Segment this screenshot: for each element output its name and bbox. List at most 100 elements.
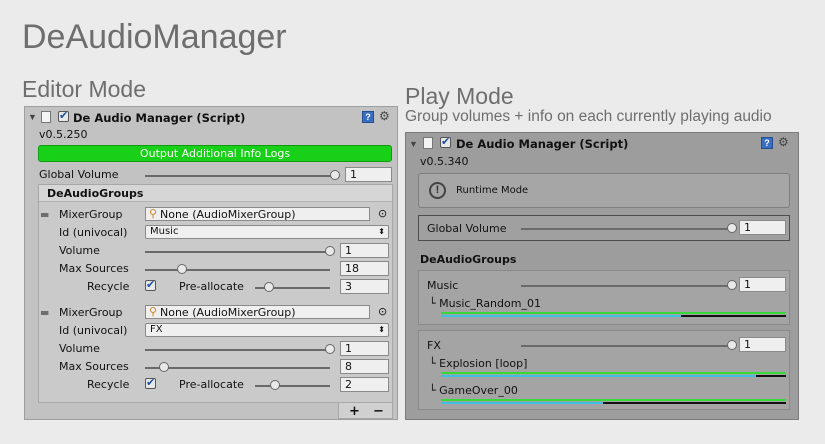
id-label: Id (univocal) — [59, 226, 128, 239]
max-sources-knob[interactable] — [177, 264, 187, 274]
play-mode-subheading: Group volumes + info on each currently p… — [405, 108, 772, 125]
dropdown-arrow-icon: ⬍ — [378, 325, 385, 334]
runtime-mode-helpbox: ! Runtime Mode — [418, 173, 790, 208]
group-volume-field[interactable]: 1 — [739, 337, 786, 352]
component-enable-checkbox[interactable] — [58, 109, 69, 122]
global-volume-knob[interactable] — [727, 223, 737, 233]
object-picker-icon[interactable]: ⊙ — [378, 305, 387, 318]
global-volume-row: Global Volume 1 — [418, 215, 790, 241]
mixer-group-field[interactable]: None (AudioMixerGroup) — [145, 207, 370, 221]
id-dropdown[interactable]: FX ⬍ — [145, 323, 389, 337]
editor-inspector-panel: ▼ De Audio Manager (Script) ? ⚙ v0.5.250… — [24, 106, 398, 420]
recycle-label: Recycle — [87, 280, 130, 293]
global-volume-field[interactable]: 1 — [739, 220, 786, 235]
group-volume-knob[interactable] — [727, 340, 737, 350]
remove-button[interactable]: − — [373, 404, 384, 419]
group-box-fx: FX 1 └ Explosion [loop] └ GameOver_00 — [418, 330, 790, 410]
recycle-checkbox[interactable] — [145, 376, 156, 389]
runtime-mode-label: Runtime Mode — [456, 185, 529, 196]
global-volume-label: Global Volume — [427, 222, 507, 235]
volume-slider[interactable] — [145, 251, 330, 253]
groups-header: DeAudioGroups — [420, 253, 517, 266]
output-logs-button[interactable]: Output Additional Info Logs — [38, 145, 392, 162]
global-volume-label: Global Volume — [39, 168, 119, 181]
play-mode-heading: Play Mode — [405, 83, 514, 109]
add-button[interactable]: + — [349, 404, 360, 419]
max-sources-label: Max Sources — [59, 360, 129, 373]
foldout-arrow-icon[interactable]: ▼ — [28, 112, 37, 122]
global-volume-field[interactable]: 1 — [345, 167, 392, 182]
info-icon: ! — [429, 182, 446, 199]
audio-progress-bar — [441, 402, 603, 404]
groups-box: DeAudioGroups ═ MixerGroup None (AudioMi… — [38, 184, 393, 403]
volume-label: Volume — [59, 244, 100, 257]
group-volume-knob[interactable] — [727, 280, 737, 290]
max-sources-slider[interactable] — [145, 269, 330, 271]
max-sources-field[interactable]: 8 — [340, 359, 389, 374]
audio-progress-remaining — [681, 315, 786, 317]
mixer-icon: ⚲ — [149, 305, 158, 318]
list-footer: + − — [338, 403, 393, 419]
help-book-icon[interactable]: ? — [761, 137, 773, 149]
audio-volume-bar — [441, 372, 786, 374]
gear-icon[interactable]: ⚙ — [778, 135, 789, 149]
audio-label: └ Music_Random_01 — [429, 297, 541, 310]
max-sources-field[interactable]: 18 — [340, 261, 389, 276]
object-picker-icon[interactable]: ⊙ — [378, 207, 387, 220]
preallocate-field[interactable]: 3 — [340, 279, 389, 294]
group-volume-slider[interactable] — [521, 285, 733, 287]
global-volume-knob[interactable] — [330, 170, 340, 180]
max-sources-slider[interactable] — [145, 367, 330, 369]
volume-knob[interactable] — [325, 344, 335, 354]
recycle-checkbox[interactable] — [145, 278, 156, 291]
component-title: De Audio Manager (Script) — [456, 137, 629, 151]
preallocate-label: Pre-allocate — [179, 280, 244, 293]
groups-header: DeAudioGroups — [47, 187, 144, 200]
audio-progress-remaining — [756, 375, 786, 377]
preallocate-label: Pre-allocate — [179, 378, 244, 391]
volume-field[interactable]: 1 — [340, 243, 389, 258]
volume-slider[interactable] — [145, 349, 330, 351]
group-volume-field[interactable]: 1 — [739, 277, 786, 292]
audio-volume-bar — [441, 399, 786, 401]
drag-handle-icon[interactable]: ═ — [41, 306, 48, 320]
component-title: De Audio Manager (Script) — [73, 111, 246, 125]
audio-progress-bar — [441, 315, 681, 317]
version-label: v0.5.250 — [39, 128, 88, 141]
max-sources-knob[interactable] — [159, 362, 169, 372]
preallocate-knob[interactable] — [264, 282, 274, 292]
preallocate-knob[interactable] — [270, 380, 280, 390]
volume-label: Volume — [59, 342, 100, 355]
script-icon — [423, 137, 433, 149]
dropdown-arrow-icon: ⬍ — [378, 227, 385, 236]
editor-mode-heading: Editor Mode — [22, 76, 147, 102]
audio-label: └ GameOver_00 — [429, 384, 518, 397]
id-label: Id (univocal) — [59, 324, 128, 337]
mixer-icon: ⚲ — [149, 207, 158, 220]
group-volume-slider[interactable] — [521, 345, 733, 347]
mixer-group-field[interactable]: None (AudioMixerGroup) — [145, 305, 370, 319]
mixer-group-label: MixerGroup — [59, 306, 123, 319]
group-name: FX — [427, 339, 441, 352]
id-dropdown[interactable]: Music ⬍ — [145, 225, 389, 239]
gear-icon[interactable]: ⚙ — [379, 109, 390, 123]
page-title: DeAudioManager — [22, 18, 287, 56]
audio-progress-remaining — [603, 402, 786, 404]
preallocate-field[interactable]: 2 — [340, 377, 389, 392]
component-enable-checkbox[interactable] — [440, 135, 451, 148]
group-box-music: Music 1 └ Music_Random_01 — [418, 270, 790, 325]
max-sources-label: Max Sources — [59, 262, 129, 275]
help-book-icon[interactable]: ? — [362, 111, 374, 123]
recycle-label: Recycle — [87, 378, 130, 391]
volume-knob[interactable] — [325, 246, 335, 256]
group-name: Music — [427, 279, 459, 292]
global-volume-slider[interactable] — [521, 228, 733, 230]
foldout-arrow-icon[interactable]: ▼ — [409, 139, 418, 149]
volume-field[interactable]: 1 — [340, 341, 389, 356]
mixer-group-label: MixerGroup — [59, 208, 123, 221]
script-icon — [41, 111, 51, 123]
global-volume-slider[interactable] — [145, 175, 335, 177]
audio-volume-bar — [441, 312, 786, 314]
drag-handle-icon[interactable]: ═ — [41, 208, 48, 222]
preallocate-slider[interactable] — [255, 385, 330, 387]
